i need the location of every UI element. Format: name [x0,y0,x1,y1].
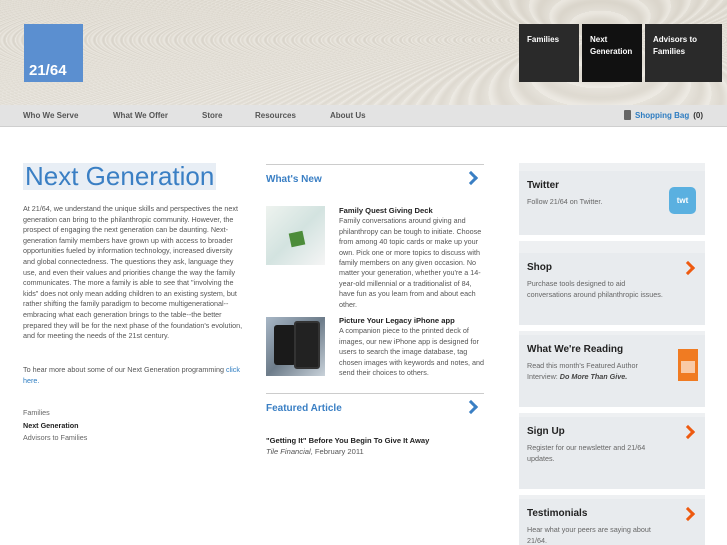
logo-text: 21/64 [29,62,67,79]
nav-store[interactable]: Store [202,111,222,120]
twitter-desc: Follow 21/64 on Twitter. [527,197,603,206]
testimonials-panel[interactable]: Testimonials Hear what your peers are sa… [519,499,705,545]
testimonials-desc: Hear what your peers are saying about 21… [527,525,651,545]
top-nav: Families Next Generation Advisors to Fam… [519,24,722,82]
reading-desc: Read this month's Featured Author Interv… [527,360,667,382]
featured-article-link[interactable]: "Getting It" Before You Begin To Give It… [266,435,484,446]
main-nav: Who We Serve What We Offer Store Resourc… [0,105,727,127]
chevron-right-icon[interactable] [683,507,695,521]
nav-resources[interactable]: Resources [255,111,296,120]
featured-article-title: Featured Article [266,403,342,414]
top-nav-next-generation[interactable]: Next Generation [582,24,642,82]
chevron-right-icon[interactable] [466,400,478,414]
reading-book-title[interactable]: Do More Than Give. [560,372,628,381]
twitter-icon[interactable]: twt [669,187,696,214]
whats-new-item-iphone: Picture Your Legacy iPhone app A compani… [339,316,487,378]
featured-article-header[interactable]: Featured Article [266,393,484,423]
testimonials-title: Testimonials [527,508,588,519]
featured-date: , February 2011 [310,447,364,456]
twitter-panel[interactable]: Twitter Follow 21/64 on Twitter. twt [519,171,705,241]
reading-panel[interactable]: What We're Reading Read this month's Fea… [519,335,705,413]
more-text: To hear more about some of our Next Gene… [23,365,226,374]
more-paragraph: To hear more about some of our Next Gene… [23,365,245,386]
top-nav-advisors[interactable]: Advisors to Families [645,24,722,82]
signup-title: Sign Up [527,426,565,437]
iphone-body: A companion piece to the printed deck of… [339,326,485,378]
nav-who-we-serve[interactable]: Who We Serve [23,111,78,120]
page-title: Next Generation [23,161,217,191]
chevron-right-icon[interactable] [683,425,695,439]
twitter-title: Twitter [527,180,560,191]
featured-article-source: Tile Financial, February 2011 [266,447,364,456]
signup-desc: Register for our newsletter and 21/64 up… [527,443,646,463]
shop-title: Shop [527,262,552,273]
whats-new-item-deck: Family Quest Giving Deck Family conversa… [339,206,487,310]
shopping-bag-count: (0) [693,111,703,120]
sub-nav: Families Next Generation Advisors to Fam… [23,407,87,445]
chevron-right-icon[interactable] [683,261,695,275]
shopping-bag-icon [624,109,631,120]
sub-nav-families[interactable]: Families [23,407,87,420]
whats-new-header[interactable]: What's New [266,164,484,194]
deck-body: Family conversations around giving and p… [339,216,482,309]
whats-new-title: What's New [266,174,322,185]
chevron-right-icon[interactable] [466,171,478,185]
signup-panel[interactable]: Sign Up Register for our newsletter and … [519,417,705,495]
book-cover-icon[interactable] [678,349,698,381]
shop-desc: Purchase tools designed to aid conversat… [527,279,663,299]
shop-panel[interactable]: Shop Purchase tools designed to aid conv… [519,253,705,331]
sub-nav-advisors[interactable]: Advisors to Families [23,432,87,445]
shopping-bag-label[interactable]: Shopping Bag [635,111,689,120]
iphone-app-image[interactable] [266,317,325,376]
featured-article: "Getting It" Before You Begin To Give It… [266,435,484,457]
sub-nav-next-generation[interactable]: Next Generation [23,420,87,433]
intro-paragraph: At 21/64, we understand the unique skill… [23,204,243,341]
nav-about-us[interactable]: About Us [330,111,366,120]
top-nav-families[interactable]: Families [519,24,579,82]
featured-source: Tile Financial [266,447,311,456]
reading-title: What We're Reading [527,344,624,355]
nav-what-we-offer[interactable]: What We Offer [113,111,168,120]
iphone-title[interactable]: Picture Your Legacy iPhone app [339,316,487,326]
shopping-bag[interactable]: Shopping Bag (0) [624,109,703,120]
giving-deck-image[interactable] [266,206,325,265]
site-logo[interactable]: 21/64 [24,24,83,82]
site-header: 21/64 Families Next Generation Advisors … [0,0,727,105]
deck-title[interactable]: Family Quest Giving Deck [339,206,487,216]
